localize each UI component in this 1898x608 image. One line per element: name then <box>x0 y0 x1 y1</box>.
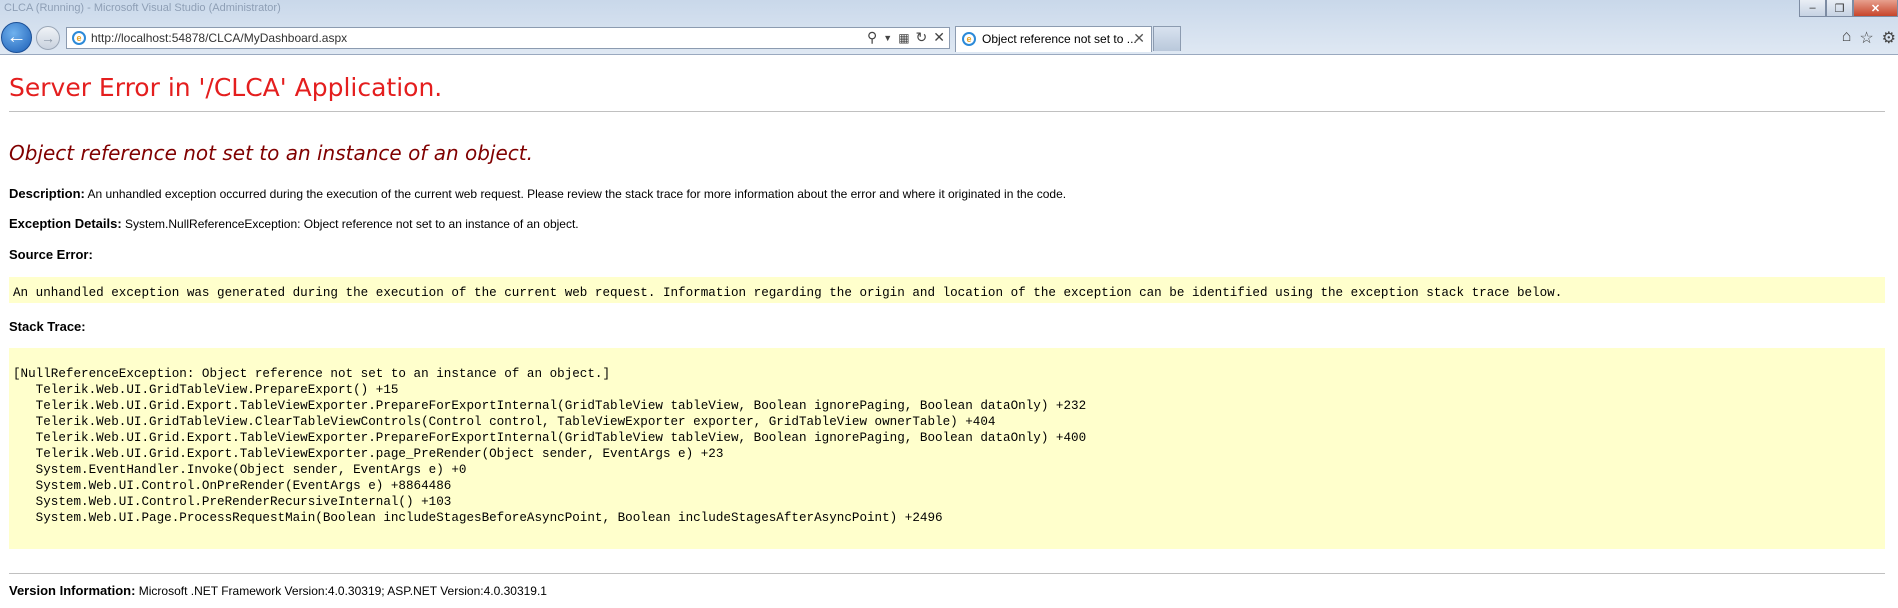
url-text[interactable]: http://localhost:54878/CLCA/MyDashboard.… <box>91 31 347 45</box>
tab-close-icon[interactable]: ✕ <box>1133 30 1145 47</box>
version-label: Version Information: <box>9 583 136 598</box>
compatibility-icon[interactable]: ▦ <box>898 29 909 46</box>
tab-title: Object reference not set to ... <box>982 32 1137 46</box>
back-arrow-icon: ← <box>6 26 27 48</box>
exception-details-line: Exception Details: System.NullReferenceE… <box>9 216 579 231</box>
minimize-button[interactable]: – <box>1799 0 1826 17</box>
stop-icon[interactable]: ✕ <box>933 29 945 46</box>
description-line: Description: An unhandled exception occu… <box>9 186 1066 201</box>
address-bar[interactable]: e http://localhost:54878/CLCA/MyDashboar… <box>66 27 950 49</box>
stack-line: System.Web.UI.Control.PreRenderRecursive… <box>13 495 452 509</box>
dropdown-icon[interactable]: ▼ <box>883 29 892 46</box>
stack-line: Telerik.Web.UI.GridTableView.ClearTableV… <box>13 415 996 429</box>
stack-line: System.Web.UI.Control.OnPreRender(EventA… <box>13 479 452 493</box>
stack-line: Telerik.Web.UI.GridTableView.PrepareExpo… <box>13 383 399 397</box>
window-title: CLCA (Running) - Microsoft Visual Studio… <box>4 2 281 14</box>
stack-trace-box: [NullReferenceException: Object referenc… <box>9 348 1885 549</box>
exception-details-label: Exception Details: <box>9 216 122 231</box>
page-title: Server Error in '/CLCA' Application. <box>9 73 443 102</box>
version-text: Microsoft .NET Framework Version:4.0.303… <box>138 584 547 598</box>
stack-line: Telerik.Web.UI.Grid.Export.TableViewExpo… <box>13 399 1087 413</box>
error-subtitle: Object reference not set to an instance … <box>9 141 533 165</box>
browser-chrome: CLCA (Running) - Microsoft Visual Studio… <box>0 0 1898 55</box>
source-error-label: Source Error: <box>9 247 93 262</box>
ie-tab-icon: e <box>962 32 976 46</box>
divider <box>9 573 1885 574</box>
forward-arrow-icon: → <box>41 30 55 46</box>
close-window-button[interactable]: ✕ <box>1853 0 1898 17</box>
stack-line: System.EventHandler.Invoke(Object sender… <box>13 463 467 477</box>
stack-line: [NullReferenceException: Object referenc… <box>13 367 611 381</box>
version-information-line: Version Information: Microsoft .NET Fram… <box>9 583 547 598</box>
address-tools: ⚲ ▼ ▦ ↻ ✕ <box>867 29 945 46</box>
tools-gear-icon[interactable]: ⚙ <box>1882 28 1896 48</box>
refresh-icon[interactable]: ↻ <box>916 29 928 46</box>
search-icon[interactable]: ⚲ <box>867 29 877 46</box>
ie-page-icon: e <box>72 31 86 45</box>
restore-button[interactable]: ❒ <box>1826 0 1853 17</box>
source-error-line: Source Error: <box>9 247 93 262</box>
stack-trace-line: Stack Trace: <box>9 319 86 334</box>
description-label: Description: <box>9 186 85 201</box>
forward-button[interactable]: → <box>36 26 60 50</box>
stack-line: System.Web.UI.Page.ProcessRequestMain(Bo… <box>13 511 943 525</box>
source-error-text: An unhandled exception was generated dur… <box>13 286 1563 300</box>
stack-trace-label: Stack Trace: <box>9 319 86 334</box>
page-content: Server Error in '/CLCA' Application. Obj… <box>0 55 1898 608</box>
home-icon[interactable]: ⌂ <box>1842 28 1852 48</box>
back-button[interactable]: ← <box>1 22 32 53</box>
window-controls: – ❒ ✕ <box>1799 0 1898 18</box>
favorites-star-icon[interactable]: ☆ <box>1859 28 1873 48</box>
exception-details-text: System.NullReferenceException: Object re… <box>125 217 579 231</box>
stack-trace-text: [NullReferenceException: Object referenc… <box>13 366 1885 526</box>
browser-command-icons: ⌂ ☆ ⚙ <box>1842 28 1898 48</box>
window-titlebar: CLCA (Running) - Microsoft Visual Studio… <box>0 0 1898 20</box>
tab-active[interactable]: e Object reference not set to ... ✕ <box>955 26 1152 52</box>
description-text: An unhandled exception occurred during t… <box>87 187 1067 201</box>
stack-line: Telerik.Web.UI.Grid.Export.TableViewExpo… <box>13 431 1087 445</box>
new-tab-button[interactable] <box>1153 26 1181 51</box>
stack-line: Telerik.Web.UI.Grid.Export.TableViewExpo… <box>13 447 724 461</box>
divider <box>9 111 1885 112</box>
source-error-box: An unhandled exception was generated dur… <box>9 277 1885 303</box>
